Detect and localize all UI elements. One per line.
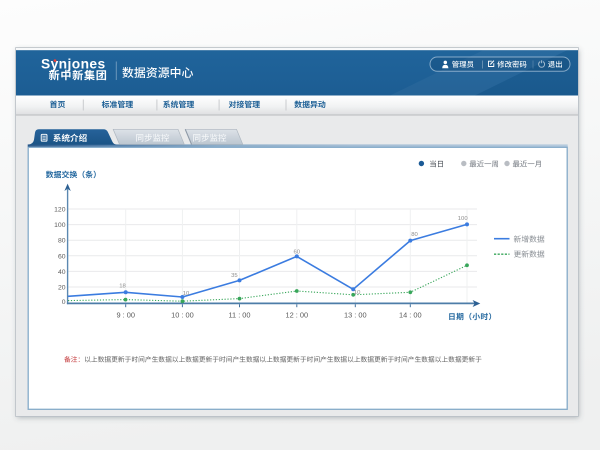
- svg-text:11 : 00: 11 : 00: [228, 310, 250, 319]
- svg-text:80: 80: [411, 232, 418, 238]
- svg-text:20: 20: [58, 285, 66, 292]
- svg-text:60: 60: [294, 249, 301, 255]
- svg-text:10: 10: [183, 291, 190, 297]
- svg-text:80: 80: [58, 238, 66, 245]
- svg-text:100: 100: [54, 222, 66, 229]
- svg-text:120: 120: [54, 207, 66, 214]
- svg-text:10 : 00: 10 : 00: [171, 310, 194, 319]
- svg-text:40: 40: [58, 269, 66, 276]
- svg-text:100: 100: [458, 216, 469, 222]
- svg-text:18: 18: [119, 283, 126, 289]
- svg-text:9 : 00: 9 : 00: [116, 310, 135, 319]
- svg-text:Synjones: Synjones: [41, 56, 106, 71]
- svg-text:0: 0: [62, 299, 66, 306]
- svg-text:13 : 00: 13 : 00: [344, 310, 367, 319]
- svg-text:35: 35: [231, 273, 238, 279]
- svg-text:14 : 00: 14 : 00: [399, 310, 422, 319]
- svg-text:60: 60: [58, 253, 66, 260]
- svg-text:12 : 00: 12 : 00: [285, 310, 308, 319]
- svg-text:10: 10: [354, 290, 361, 296]
